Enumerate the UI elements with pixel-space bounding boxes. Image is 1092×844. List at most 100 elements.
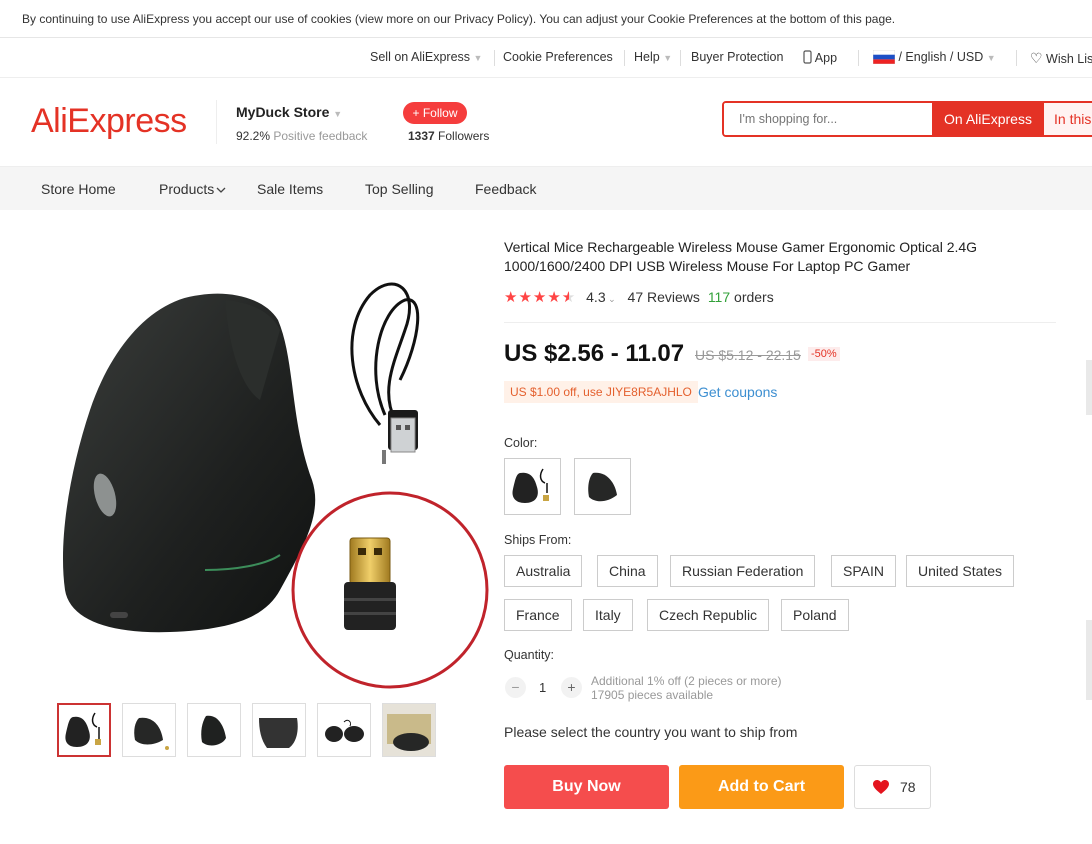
app-link[interactable]: App xyxy=(803,50,837,65)
chevron-down-icon: ▼ xyxy=(473,53,483,63)
nav-store-home[interactable]: Store Home xyxy=(41,181,116,197)
thumbnail-image xyxy=(134,717,169,750)
quantity-decrease-button[interactable]: − xyxy=(505,677,526,698)
thumbnail-4[interactable] xyxy=(252,703,306,757)
product-price: US $2.56 - 11.07 xyxy=(504,340,685,367)
thumbnail-1[interactable] xyxy=(57,703,111,757)
chevron-down-icon xyxy=(216,187,226,193)
cookie-banner: By continuing to use AliExpress you acce… xyxy=(0,0,1092,38)
color-option-image xyxy=(588,472,617,502)
store-name[interactable]: MyDuck Store ▼ xyxy=(236,104,342,120)
search-input[interactable] xyxy=(724,103,932,135)
ship-option-czech-republic[interactable]: Czech Republic xyxy=(647,599,770,631)
search-box: On AliExpress In this xyxy=(722,101,1092,137)
thumbnail-image xyxy=(259,718,298,748)
rating-row: ★★★★★ 4.3 ⌄ 47 Reviews 117 orders xyxy=(504,288,774,306)
color-option-1[interactable] xyxy=(504,458,561,515)
quantity-increase-button[interactable]: + xyxy=(561,677,582,698)
pieces-available: 17905 pieces available xyxy=(591,688,714,702)
thumbnail-5[interactable] xyxy=(317,703,371,757)
quantity-label: Quantity: xyxy=(504,648,555,662)
top-navigation: Sell on AliExpress ▼ Cookie Preferences … xyxy=(0,38,1092,78)
half-star-icon: ★ xyxy=(561,289,577,306)
wishlist-button[interactable]: 78 xyxy=(854,765,931,809)
nav-top-selling[interactable]: Top Selling xyxy=(365,181,434,197)
followers-number: 1337 xyxy=(408,129,435,143)
color-label: Color: xyxy=(504,436,538,450)
get-coupons-link[interactable]: Get coupons xyxy=(698,384,777,400)
thumbnail-6[interactable] xyxy=(382,703,436,757)
side-panel-edge xyxy=(1086,620,1092,700)
add-to-cart-button[interactable]: Add to Cart xyxy=(679,765,844,809)
search-on-aliexpress-button[interactable]: On AliExpress xyxy=(932,103,1044,135)
wishlist-count: 78 xyxy=(900,779,916,795)
store-name-label: MyDuck Store xyxy=(236,104,330,120)
thumbnail-image xyxy=(201,715,226,746)
ship-option-poland[interactable]: Poland xyxy=(781,599,849,631)
bulk-discount-note: Additional 1% off (2 pieces or more) xyxy=(591,674,782,688)
discount-badge: -50% xyxy=(808,347,840,361)
orders-number: 117 xyxy=(707,289,731,305)
chevron-down-icon: ▼ xyxy=(986,53,996,63)
app-label: App xyxy=(814,51,838,65)
thumbnail-image xyxy=(65,712,101,747)
language-currency-selector[interactable]: / English / USD ▼ xyxy=(872,49,996,65)
cookie-preferences-link[interactable]: Cookie Preferences xyxy=(503,50,613,64)
follow-button[interactable]: + Follow xyxy=(403,102,467,124)
heart-icon xyxy=(873,780,889,794)
divider xyxy=(494,50,495,66)
side-panel-edge xyxy=(1086,360,1092,415)
currency-label: USD xyxy=(956,50,984,64)
sell-on-aliexpress-link[interactable]: Sell on AliExpress ▼ xyxy=(370,50,482,64)
aliexpress-logo[interactable]: AliExpress xyxy=(31,102,187,141)
nav-products-label: Products xyxy=(159,181,215,197)
ship-option-france[interactable]: France xyxy=(504,599,572,631)
shipping-message: Please select the country you want to sh… xyxy=(504,724,798,740)
ships-from-label: Ships From: xyxy=(504,533,572,547)
help-link[interactable]: Help ▼ xyxy=(634,50,672,64)
thumbnail-image xyxy=(325,719,364,742)
nav-products[interactable]: Products xyxy=(159,181,226,197)
followers-count: 1337 Followers xyxy=(408,129,489,143)
product-main-image[interactable] xyxy=(50,240,490,690)
ship-option-italy[interactable]: Italy xyxy=(583,599,633,631)
ship-option-russian-federation[interactable]: Russian Federation xyxy=(670,555,816,587)
product-title: Vertical Mice Rechargeable Wireless Mous… xyxy=(504,239,978,274)
nav-sale-items[interactable]: Sale Items xyxy=(257,181,323,197)
store-feedback: 92.2% Positive feedback xyxy=(236,129,367,143)
thumbnail-image xyxy=(383,704,435,756)
color-option-2[interactable] xyxy=(574,458,631,515)
followers-label: Followers xyxy=(438,129,490,143)
rating-value[interactable]: 4.3 ⌄ xyxy=(586,289,616,305)
divider xyxy=(858,50,859,66)
divider xyxy=(1016,50,1017,66)
ship-option-spain[interactable]: SPAIN xyxy=(831,555,896,587)
store-header: AliExpress MyDuck Store ▼ 92.2% Positive… xyxy=(0,78,1092,166)
sell-label: Sell on AliExpress xyxy=(370,50,471,64)
thumbnail-2[interactable] xyxy=(122,703,176,757)
store-navigation: Store Home Products Sale Items Top Selli… xyxy=(0,166,1092,210)
search-in-store-button[interactable]: In this xyxy=(1044,103,1092,135)
wishlist-label: Wish Lis xyxy=(1046,52,1092,66)
buy-now-button[interactable]: Buy Now xyxy=(504,765,669,809)
quantity-info: Additional 1% off (2 pieces or more) 179… xyxy=(591,674,782,702)
heart-outline-icon: ♡ xyxy=(1030,50,1043,66)
reviews-link[interactable]: 47 Reviews xyxy=(628,289,700,305)
ship-option-china[interactable]: China xyxy=(597,555,658,587)
orders-count: 117 orders xyxy=(708,289,774,305)
chevron-down-icon: ▼ xyxy=(663,53,673,63)
rating-number: 4.3 xyxy=(586,289,606,305)
ship-option-australia[interactable]: Australia xyxy=(504,555,583,587)
divider xyxy=(624,50,625,66)
thumbnail-3[interactable] xyxy=(187,703,241,757)
orders-label: orders xyxy=(734,289,774,305)
divider xyxy=(504,322,1056,323)
nav-feedback[interactable]: Feedback xyxy=(475,181,536,197)
divider xyxy=(680,50,681,66)
buyer-protection-link[interactable]: Buyer Protection xyxy=(691,50,783,64)
wishlist-link[interactable]: ♡ Wish Lis xyxy=(1030,50,1092,67)
ship-option-united-states[interactable]: United States xyxy=(906,555,1015,587)
feedback-label: Positive feedback xyxy=(273,129,368,143)
divider xyxy=(216,100,217,144)
quantity-value[interactable]: 1 xyxy=(539,680,546,695)
